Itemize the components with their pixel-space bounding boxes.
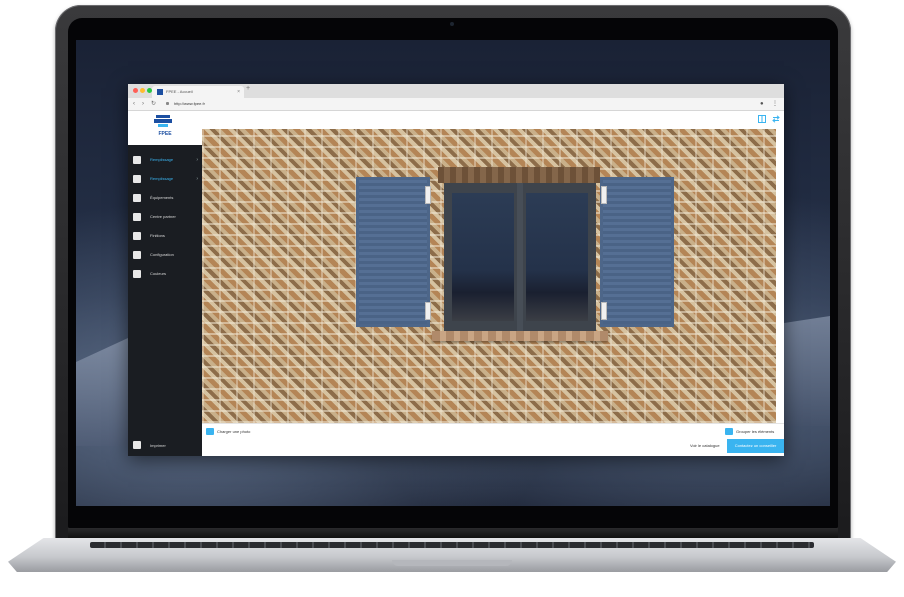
trackpad-notch [392, 560, 512, 566]
tab-close-icon[interactable]: × [237, 86, 240, 98]
settings-icon [133, 251, 141, 259]
favicon-icon [157, 89, 163, 95]
chevron-right-icon: › [196, 176, 198, 182]
house-photo[interactable] [202, 129, 776, 423]
main-content: Charger une photo Grouper les éléments V… [202, 111, 784, 456]
brush-icon [133, 232, 141, 240]
sidebar-item-label: Finitions [150, 233, 165, 238]
content-footer: Voir le catalogue Contactez un conseille… [202, 439, 784, 456]
forward-arrow-icon[interactable]: › [142, 99, 144, 109]
sidebar-item-remplissage-1[interactable]: Remplissage › [128, 153, 202, 169]
hinge-icon [425, 186, 431, 204]
sidebar-item-label: Couleurs [150, 271, 167, 276]
window-pane-left [452, 193, 514, 321]
webcam [450, 22, 454, 26]
tab-title: FPEE - Accueil [166, 89, 193, 94]
upload-photo-button[interactable]: Charger une photo [217, 424, 250, 440]
camera-icon [206, 428, 214, 435]
palette-icon [133, 270, 141, 278]
window-close-button[interactable] [133, 88, 138, 93]
sidebar-item-label: Centre partner [150, 214, 176, 219]
sidebar-item-label: Équipements [150, 195, 174, 200]
window-frame [444, 183, 596, 331]
reload-icon[interactable]: ↻ [151, 99, 156, 109]
sidebar-item-label: Remplissage [150, 157, 174, 162]
equipment-icon [133, 194, 141, 202]
swap-icon[interactable] [772, 115, 780, 123]
window-lintel [438, 167, 600, 183]
chevron-right-icon: › [196, 157, 198, 163]
sidebar-item-equipements[interactable]: Équipements [128, 191, 202, 207]
window-pane-right [526, 193, 588, 321]
logo-text: FPEE [158, 131, 172, 137]
window-minimize-button[interactable] [140, 88, 145, 93]
app-sidebar: FPEE Remplissage › Remplissage › Équipem… [128, 111, 202, 456]
grid-view-icon[interactable] [758, 115, 766, 123]
printer-icon [133, 441, 141, 449]
hinge-icon [601, 186, 607, 204]
new-tab-button[interactable]: + [246, 85, 250, 92]
sidebar-item-couleurs[interactable]: Couleurs [128, 267, 202, 283]
window-mullion [517, 183, 523, 331]
browser-window: FPEE - Accueil × + ‹ › ↻ http://www.fpee… [128, 84, 784, 456]
sidebar-item-finitions[interactable]: Finitions [128, 229, 202, 245]
square-icon [133, 175, 141, 183]
square-icon [133, 156, 141, 164]
hinge-icon [425, 302, 431, 320]
photo-actions-bar: Charger une photo Grouper les éléments [202, 423, 784, 440]
hinge-icon [601, 302, 607, 320]
sidebar-item-remplissage-2[interactable]: Remplissage › [128, 172, 202, 188]
catalogue-link[interactable]: Voir le catalogue [690, 439, 720, 453]
account-icon[interactable]: ● [760, 99, 764, 109]
shutter-right[interactable] [600, 177, 674, 327]
back-arrow-icon[interactable]: ‹ [133, 99, 135, 109]
shutter-left[interactable] [356, 177, 431, 327]
browser-tab[interactable]: FPEE - Accueil × [152, 86, 244, 98]
browser-tab-bar: FPEE - Accueil × + [128, 84, 784, 98]
print-label: Imprimer [150, 443, 166, 448]
group-elements-button[interactable]: Grouper les éléments [736, 424, 774, 440]
window-sill [432, 331, 608, 341]
sidebar-item-centre[interactable]: Centre partner [128, 210, 202, 226]
laptop-hinge [68, 528, 838, 538]
shop-icon [133, 213, 141, 221]
logo-area[interactable]: FPEE [128, 111, 202, 145]
keyboard-edge [90, 542, 814, 548]
contact-advisor-button[interactable]: Contactez un conseiller [727, 439, 784, 453]
sidebar-item-configuration[interactable]: Configuration [128, 248, 202, 264]
browser-menu-icon[interactable]: ⋮ [772, 99, 778, 109]
print-button[interactable]: Imprimer [128, 439, 202, 453]
content-toolbar [202, 111, 784, 129]
group-icon [725, 428, 733, 435]
url-field[interactable]: http://www.fpee.fr [168, 100, 758, 108]
sidebar-item-label: Remplissage [150, 176, 174, 181]
address-bar: ‹ › ↻ http://www.fpee.fr ● ⋮ [128, 98, 784, 111]
sidebar-item-label: Configuration [150, 252, 174, 257]
fpee-logo-icon [154, 115, 172, 127]
